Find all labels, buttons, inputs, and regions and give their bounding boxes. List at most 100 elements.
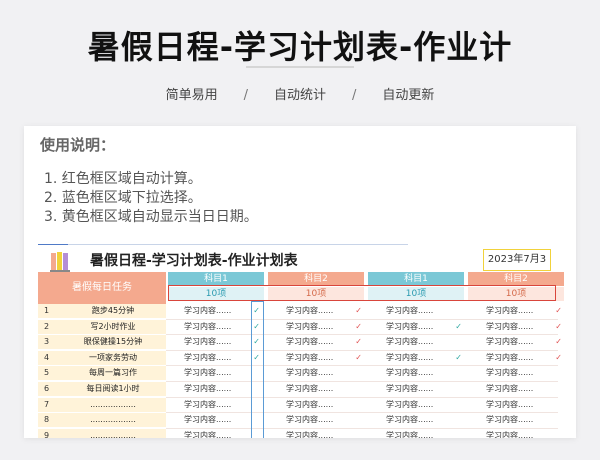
subject-cell[interactable]: 学习内容...... (468, 413, 568, 427)
table-row: 5 每周一篇习作 学习内容...... 学习内容...... 学习内容...... 学习内… (38, 366, 558, 381)
row-number: 7 (44, 399, 50, 409)
row-number: 8 (44, 415, 50, 425)
subject-cell[interactable]: 学习内容...... (268, 429, 368, 438)
task-name: 跑步45分钟 (91, 306, 135, 315)
check-icon[interactable]: ✓ (555, 335, 562, 349)
study-content: 学习内容...... (286, 399, 334, 409)
study-content: 学习内容...... (386, 384, 434, 393)
study-content: 学习内容...... (386, 368, 434, 378)
task-name: 眼保健操15分钟 (83, 337, 143, 347)
task-name: .................. (90, 430, 136, 438)
row-number: 1 (44, 306, 50, 315)
subject-cell[interactable]: 学习内容...... ✓ (468, 335, 568, 349)
task-name: 每周一篇习作 (89, 368, 137, 378)
subject-header: 科目1 (168, 272, 264, 286)
row-number: 4 (44, 352, 50, 362)
subject-cell[interactable]: 学习内容...... (468, 398, 568, 412)
sheet-title: 暑假日程-学习计划表-作业计划表 (90, 253, 298, 269)
usage-list: 1. 红色框区域自动计算。 2. 蓝色框区域下拉选择。 3. 黄色框区域自动显示… (44, 170, 258, 227)
auto-calc-red-box (168, 285, 556, 301)
task-cell: 3 眼保健操15分钟 (38, 335, 166, 350)
check-icon[interactable]: ✓ (355, 351, 362, 365)
subject-cell[interactable]: 学习内容...... ✓ (468, 304, 568, 318)
subject-cell[interactable]: 学习内容...... ✓ (468, 320, 568, 334)
study-content: 学习内容...... (386, 306, 434, 315)
subject-cell[interactable]: 学习内容...... (268, 413, 368, 427)
subject-cell[interactable]: 学习内容...... (368, 413, 468, 427)
study-content: 学习内容...... (386, 415, 434, 425)
task-name: 一项家务劳动 (89, 352, 137, 362)
table-row: 9.................. 学习内容...... 学习内容...... 学… (38, 428, 558, 438)
subject-cell[interactable]: 学习内容...... (368, 304, 468, 318)
study-content: 学习内容...... (184, 321, 232, 331)
check-icon[interactable]: ✓ (355, 320, 362, 334)
table-row: 2 写2小时作业 学习内容...... ✓ 学习内容...... ✓ 学习内容...... ✓… (38, 319, 562, 334)
sheet-top-line (38, 244, 408, 245)
check-icon[interactable]: ✓ (555, 320, 562, 334)
study-content: 学习内容...... (184, 415, 232, 425)
check-icon[interactable]: ✓ (455, 320, 462, 334)
table-row: 3 眼保健操15分钟 学习内容...... ✓ 学习内容...... ✓ 学习内容.....… (38, 335, 562, 350)
task-cell: 8.................. (38, 413, 166, 428)
task-cell: 6 每日阅读1小时 (38, 382, 166, 396)
subject-cell[interactable]: 学习内容...... ✓ (268, 335, 368, 349)
subject-cell[interactable]: 学习内容...... (368, 335, 468, 349)
subject-cell[interactable]: 学习内容...... ✓ (268, 304, 368, 318)
study-content: 学习内容...... (286, 321, 334, 331)
sheet-top-line-mark (38, 244, 68, 245)
subject-cell[interactable]: 学习内容...... ✓ (468, 351, 568, 365)
task-cell: 4 一项家务劳动 (38, 350, 166, 365)
subject-cell[interactable]: 学习内容...... (368, 398, 468, 412)
spreadsheet: 暑假日程-学习计划表-作业计划表 2023年7月3日 暑假每日任务 科目1 科目… (38, 242, 564, 438)
study-content: 学习内容...... (486, 321, 534, 331)
feature-item: 自动更新 (382, 88, 435, 103)
subject-cell[interactable]: 学习内容...... (468, 366, 568, 380)
check-icon[interactable]: ✓ (555, 304, 562, 318)
study-content: 学习内容...... (286, 368, 334, 378)
binder-icon (50, 252, 70, 272)
table-row: 1 跑步45分钟 学习内容...... ✓ 学习内容...... ✓ 学习内容...... 学… (38, 304, 562, 318)
task-cell: 5 每周一篇习作 (38, 366, 166, 381)
study-content: 学习内容...... (184, 384, 232, 393)
subject-cell[interactable]: 学习内容...... (468, 382, 568, 396)
study-content: 学习内容...... (286, 352, 334, 362)
subject-cell[interactable]: 学习内容...... (268, 382, 368, 396)
subject-cell[interactable]: 学习内容...... (368, 429, 468, 438)
check-icon[interactable]: ✓ (355, 335, 362, 349)
subject-cell[interactable]: 学习内容...... (368, 366, 468, 380)
usage-item: 2. 蓝色框区域下拉选择。 (44, 190, 202, 206)
check-icon[interactable]: ✓ (555, 351, 562, 365)
dropdown-blue-box[interactable] (251, 301, 264, 438)
study-content: 学习内容...... (486, 430, 534, 438)
study-content: 学习内容...... (286, 337, 334, 347)
subject-cell[interactable]: 学习内容...... ✓ (368, 320, 468, 334)
study-content: 学习内容...... (386, 321, 434, 331)
study-content: 学习内容...... (486, 368, 534, 378)
task-name: 每日阅读1小时 (86, 384, 140, 393)
study-content: 学习内容...... (486, 399, 534, 409)
usage-item: 1. 红色框区域自动计算。 (44, 171, 202, 187)
subject-cell[interactable]: 学习内容...... ✓ (368, 351, 468, 365)
usage-title: 使用说明： (40, 136, 116, 154)
study-content: 学习内容...... (286, 384, 334, 393)
hero-banner: 暑假日程-学习计划表-作业计 简单易用 / 自动统计 / 自动更新 (0, 0, 600, 130)
subject-cell[interactable]: 学习内容...... ✓ (268, 351, 368, 365)
task-name: .................. (90, 415, 136, 425)
study-content: 学习内容...... (286, 415, 334, 425)
task-cell: 7.................. (38, 397, 166, 412)
subject-cell[interactable]: 学习内容...... ✓ (268, 320, 368, 334)
title-divider (246, 66, 354, 68)
check-icon[interactable]: ✓ (355, 304, 362, 318)
subject-cell[interactable]: 学习内容...... (268, 398, 368, 412)
study-content: 学习内容...... (184, 399, 232, 409)
subject-cell[interactable]: 学习内容...... (368, 382, 468, 396)
study-content: 学习内容...... (184, 306, 232, 315)
feature-list: 简单易用 / 自动统计 / 自动更新 (0, 84, 600, 103)
task-name: 写2小时作业 (90, 321, 136, 331)
subject-cell[interactable]: 学习内容...... (468, 429, 568, 438)
subject-cell[interactable]: 学习内容...... (268, 366, 368, 380)
task-cell: 2 写2小时作业 (38, 319, 166, 334)
table-row: 8.................. 学习内容...... 学习内容...... 学… (38, 413, 558, 428)
check-icon[interactable]: ✓ (455, 351, 462, 365)
study-content: 学习内容...... (386, 352, 434, 362)
